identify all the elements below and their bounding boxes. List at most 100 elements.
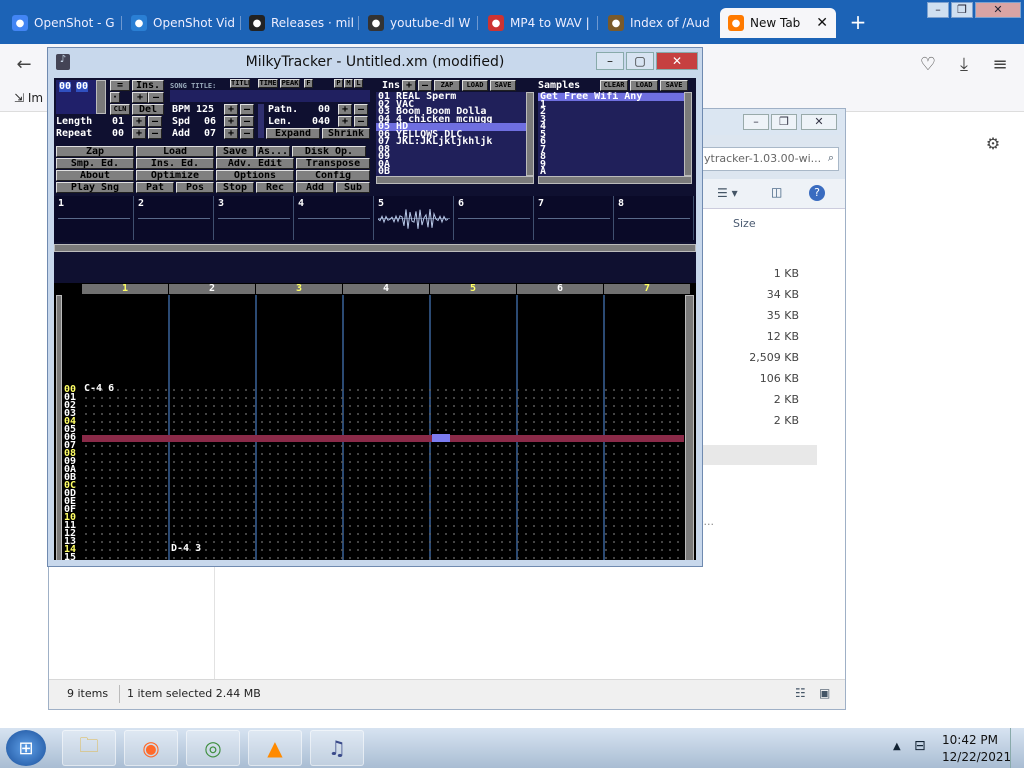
seq-button[interactable]: · xyxy=(110,92,120,103)
orderlist-equal-button[interactable]: = xyxy=(110,80,130,91)
pattern-minus-button[interactable]: – xyxy=(354,104,368,115)
bpm-plus-button[interactable]: + xyxy=(224,104,238,115)
channel-header-5[interactable]: 5 xyxy=(430,284,516,294)
tray-arrow-icon[interactable]: ▲ xyxy=(893,741,901,752)
header-button-p[interactable]: P xyxy=(334,79,343,88)
milky-close-button[interactable]: ✕ xyxy=(656,52,698,70)
scope-channel-7[interactable]: 7 xyxy=(534,196,614,240)
clock-date[interactable]: 12/22/2021 xyxy=(942,750,1011,764)
sample-item[interactable]: A xyxy=(538,167,684,177)
instrument-item[interactable]: 0B xyxy=(376,167,526,177)
menu-disk-op-button[interactable]: Disk Op. xyxy=(292,146,366,157)
explorer-minimize-button[interactable]: – xyxy=(743,114,769,130)
header-button-time[interactable]: TIME xyxy=(258,79,278,88)
add-minus-button[interactable]: – xyxy=(240,128,254,139)
header-button-peak[interactable]: PEAK xyxy=(280,79,300,88)
song-title-field[interactable] xyxy=(170,90,370,102)
channel-header-3[interactable]: 3 xyxy=(256,284,342,294)
close-tab-icon[interactable]: ✕ xyxy=(816,15,828,31)
add-plus-button[interactable]: + xyxy=(224,128,238,139)
import-bookmark[interactable]: ⇲ Im xyxy=(14,91,43,105)
size-column-header[interactable]: Size xyxy=(733,217,756,230)
details-view-icon[interactable]: ☷ xyxy=(795,686,806,700)
menu-stop-button[interactable]: Stop xyxy=(216,182,254,193)
new-tab-button[interactable]: + xyxy=(846,10,870,34)
menu-load-button[interactable]: Load xyxy=(136,146,214,157)
pattern-length-minus-button[interactable]: – xyxy=(354,116,368,127)
tab-4[interactable]: ● youtube-dl W xyxy=(360,8,476,38)
ins-minus-button[interactable]: – xyxy=(418,80,432,91)
help-icon[interactable]: ? xyxy=(809,185,825,201)
order-plus-button[interactable]: + xyxy=(132,92,148,103)
menu-save-button[interactable]: Save xyxy=(216,146,254,157)
scope-channel-3[interactable]: 3 xyxy=(214,196,294,240)
scope-channel-1[interactable]: 1 xyxy=(54,196,134,240)
tab-7[interactable]: ● New Tab ✕ xyxy=(720,8,836,38)
taskbar-explorer-button[interactable]: 🗀 xyxy=(62,730,116,766)
download-icon[interactable]: ⤓ xyxy=(952,54,976,75)
taskbar-milkytracker-button[interactable]: ♫ xyxy=(310,730,364,766)
sample-load-button[interactable]: LOAD xyxy=(630,80,658,91)
menu-pat-button[interactable]: Pat xyxy=(136,182,174,193)
tab-2[interactable]: ● OpenShot Vid xyxy=(123,8,239,38)
menu-options-button[interactable]: Options xyxy=(216,170,294,181)
instrument-zap-button[interactable]: ZAP xyxy=(434,80,460,91)
length-minus-button[interactable]: – xyxy=(148,116,162,127)
channel-header-1[interactable]: 1 xyxy=(82,284,168,294)
orderlist[interactable]: 00 00 xyxy=(56,80,96,114)
scope-channel-6[interactable]: 6 xyxy=(454,196,534,240)
menu-smp-ed-button[interactable]: Smp. Ed. xyxy=(56,158,134,169)
settings-gear-icon[interactable]: ⚙ xyxy=(982,134,1004,153)
tab-6[interactable]: ● Index of /Aud xyxy=(600,8,716,38)
instrument-scrollbar[interactable] xyxy=(526,92,534,176)
repeat-plus-button[interactable]: + xyxy=(132,128,146,139)
header-button-l[interactable]: L xyxy=(354,79,363,88)
menu-about-button[interactable]: About xyxy=(56,170,134,181)
pattern-length-plus-button[interactable]: + xyxy=(338,116,352,127)
menu-adv-edit-button[interactable]: Adv. Edit xyxy=(216,158,294,169)
instrument-hscrollbar[interactable] xyxy=(376,176,534,184)
bpm-minus-button[interactable]: – xyxy=(240,104,254,115)
shrink-button[interactable]: Shrink xyxy=(322,128,370,139)
ins-plus-button[interactable]: + xyxy=(402,80,416,91)
clone-order-button[interactable]: CLN xyxy=(110,104,130,115)
order-minus-button[interactable]: – xyxy=(148,92,164,103)
menu-transpose-button[interactable]: Transpose xyxy=(296,158,370,169)
length-plus-button[interactable]: + xyxy=(132,116,146,127)
menu-rec-button[interactable]: Rec xyxy=(256,182,294,193)
clock-time[interactable]: 10:42 PM xyxy=(942,733,998,747)
menu-pos-button[interactable]: Pos xyxy=(176,182,214,193)
taskbar-firefox-button[interactable]: ◉ xyxy=(124,730,178,766)
instrument-load-button[interactable]: LOAD xyxy=(462,80,488,91)
speed-plus-button[interactable]: + xyxy=(224,116,238,127)
scope-channel-8[interactable]: 8 xyxy=(614,196,694,240)
pattern-plus-button[interactable]: + xyxy=(338,104,352,115)
menu-add-button[interactable]: Add xyxy=(296,182,334,193)
delete-order-button[interactable]: Del xyxy=(132,104,164,115)
pattern-vscrollbar[interactable] xyxy=(685,295,694,560)
scope-scrollbar[interactable] xyxy=(54,244,696,252)
sample-list[interactable]: Get Free Wifi Any 1 2 3 4 5 6 7 8 9 A xyxy=(538,92,684,176)
menu-config-button[interactable]: Config xyxy=(296,170,370,181)
taskbar-vlc-button[interactable]: ▲ xyxy=(248,730,302,766)
header-button-title[interactable]: TITLE xyxy=(230,79,250,88)
speed-minus-button[interactable]: – xyxy=(240,116,254,127)
view-options-icon[interactable]: ☰ ▾ xyxy=(717,186,738,200)
menu-as-button[interactable]: As... xyxy=(256,146,290,157)
sample-hscrollbar[interactable] xyxy=(538,176,692,184)
channel-header-2[interactable]: 2 xyxy=(169,284,255,294)
insert-order-button[interactable]: Ins. xyxy=(132,80,164,91)
tab-3[interactable]: ● Releases · mil xyxy=(241,8,357,38)
sample-save-button[interactable]: SAVE xyxy=(660,80,688,91)
scope-channel-4[interactable]: 4 xyxy=(294,196,374,240)
menu-ins-ed-button[interactable]: Ins. Ed. xyxy=(136,158,214,169)
menu-zap-button[interactable]: Zap xyxy=(56,146,134,157)
pattern-note[interactable]: D-4 3 xyxy=(171,544,201,554)
pattern-editor[interactable]: 1 2 3 4 5 6 7 00 01 02 03 04 05 06 07 08 09 0A 0B 0C 0D 0E 0F 1… xyxy=(54,283,696,560)
orderlist-scrollbar[interactable] xyxy=(96,80,106,114)
tab-5[interactable]: ● MP4 to WAV | xyxy=(480,8,596,38)
sample-clear-button[interactable]: CLEAR xyxy=(600,80,628,91)
maximize-button[interactable]: ❐ xyxy=(951,2,973,18)
repeat-minus-button[interactable]: – xyxy=(148,128,162,139)
large-icons-view-icon[interactable]: ▣ xyxy=(819,686,830,700)
